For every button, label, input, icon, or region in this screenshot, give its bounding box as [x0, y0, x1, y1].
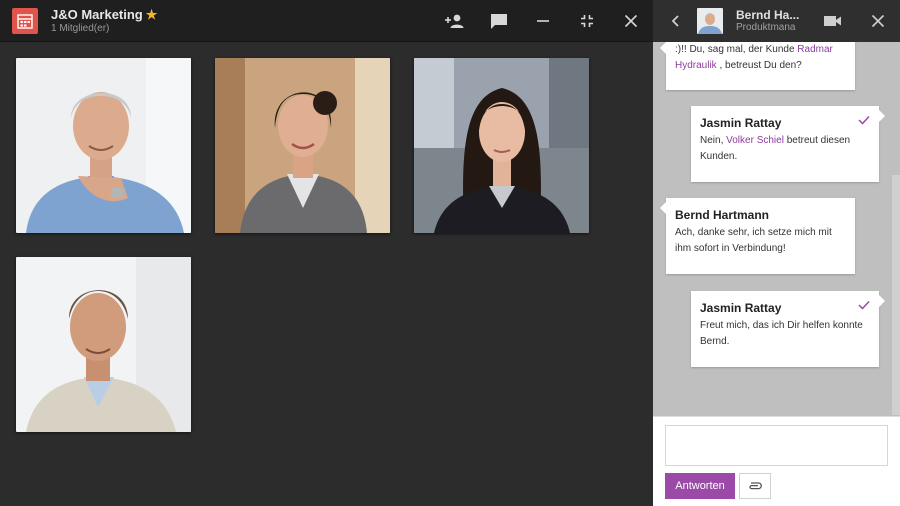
- video-conference-pane: J&O Marketing ★ 1 Mitglied(er): [0, 0, 653, 506]
- message-bubble: Bernd Hartmann Ach, danke sehr, ich setz…: [660, 198, 855, 274]
- video-camera-icon: [824, 16, 841, 26]
- message-bubble: Jasmin Rattay Freut mich, das ich Dir he…: [691, 291, 885, 367]
- group-title-row: J&O Marketing ★: [51, 7, 157, 23]
- participant-video[interactable]: [16, 257, 191, 432]
- calendar-grid-icon: [12, 8, 38, 34]
- message-text: Nein, Volker Schiel betreut diesen Kunde…: [700, 135, 851, 162]
- participant-video[interactable]: [414, 58, 589, 233]
- add-member-button[interactable]: [443, 9, 467, 33]
- minimize-button[interactable]: [531, 9, 555, 33]
- collapse-button[interactable]: [575, 9, 599, 33]
- message-text: Freut mich, das ich Dir helfen konnte Be…: [700, 320, 863, 347]
- collapse-icon: [581, 15, 593, 27]
- participant-photo: [414, 58, 589, 233]
- message-author: Bernd Hartmann: [675, 208, 770, 222]
- close-icon: [624, 14, 638, 28]
- group-title: J&O Marketing: [51, 7, 143, 22]
- video-call-button[interactable]: [823, 12, 843, 30]
- message-list[interactable]: :)!! Du, sag mal, der Kunde Radmar Hydra…: [653, 42, 900, 416]
- message-bubble: :)!! Du, sag mal, der Kunde Radmar Hydra…: [660, 42, 855, 90]
- chat-button[interactable]: [487, 9, 511, 33]
- scrollbar[interactable]: [892, 175, 900, 415]
- group-header: J&O Marketing ★ 1 Mitglied(er): [0, 0, 653, 42]
- participant-video[interactable]: [215, 58, 390, 233]
- attach-button[interactable]: [739, 473, 771, 499]
- reply-button[interactable]: Antworten: [665, 473, 735, 499]
- message-bubble: Jasmin Rattay Nein, Volker Schiel betreu…: [691, 106, 885, 182]
- message-text: Ach, danke sehr, ich setze mich mit ihm …: [675, 227, 832, 254]
- chevron-left-icon: [671, 15, 679, 27]
- close-button[interactable]: [619, 9, 643, 33]
- message-author: Jasmin Rattay: [700, 301, 782, 315]
- contact-role: Produktmana: [736, 22, 796, 33]
- chat-icon: [491, 13, 507, 29]
- close-chat-button[interactable]: [869, 12, 887, 30]
- check-icon: [858, 115, 870, 125]
- contact-name: Bernd Ha...: [736, 8, 800, 22]
- avatar: [697, 8, 723, 34]
- minimize-icon: [537, 20, 549, 22]
- message-input[interactable]: [665, 425, 888, 466]
- message-author: Jasmin Rattay: [700, 116, 782, 130]
- participant-photo: [16, 58, 191, 233]
- message-composer: Antworten: [653, 416, 900, 506]
- participant-video[interactable]: [16, 58, 191, 233]
- back-button[interactable]: [667, 12, 685, 30]
- chat-header: Bernd Ha... Produktmana: [653, 0, 900, 42]
- close-icon: [871, 14, 885, 28]
- star-icon[interactable]: ★: [146, 7, 158, 22]
- contact-link[interactable]: Volker Schiel: [726, 135, 784, 146]
- check-icon: [858, 300, 870, 310]
- person-add-icon: [445, 14, 464, 28]
- participant-photo: [16, 257, 191, 432]
- member-count: 1 Mitglied(er): [51, 23, 110, 34]
- paperclip-icon: [749, 482, 762, 490]
- participant-photo: [215, 58, 390, 233]
- message-text: :)!! Du, sag mal, der Kunde Radmar Hydra…: [675, 44, 833, 71]
- chat-panel: Bernd Ha... Produktmana :)!! Du, sag mal…: [653, 0, 900, 506]
